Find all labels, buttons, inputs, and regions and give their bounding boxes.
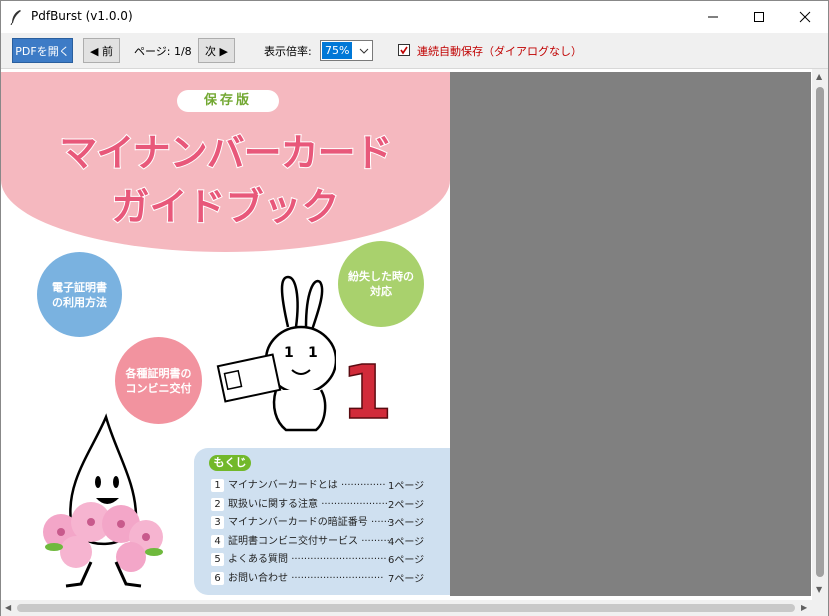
table-of-contents: もくじ 1 マイナンバーカードとは ·············· 1ページ 2 取扱… (194, 448, 450, 595)
bubble-cert-usage: 電子証明書 の利用方法 (37, 252, 122, 337)
pdf-viewer[interactable]: 保存版 マイナンバーカード ガイドブック 電子証明書 の利用方法 紛失した時の 対応… (1, 69, 828, 600)
bubble-lost: 紛失した時の 対応 (338, 241, 424, 327)
doc-title-line2: ガイドブック (110, 184, 340, 230)
svg-text:1: 1 (308, 345, 318, 361)
toc-title: よくある質問 (228, 554, 288, 565)
close-icon (799, 11, 811, 23)
toc-row: 2 取扱いに関する注意 ····················· (211, 495, 388, 511)
toc-row: 3 マイナンバーカードの暗証番号 ······ (211, 513, 390, 529)
toc-page: 4ページ (388, 537, 425, 548)
vertical-scrollbar[interactable]: ▲ ▼ (812, 69, 828, 600)
bubble-text: 各種証明書の (125, 366, 192, 380)
toc-title: 証明書コンビニ交付サービス (228, 536, 358, 547)
prev-page-button[interactable]: ◀ 前 (83, 38, 120, 63)
viewer-background (450, 72, 811, 596)
toc-dots: ····················· (321, 499, 388, 510)
autosave-checkbox[interactable] (398, 44, 410, 56)
toc-row: 6 お問い合わせ ····························· (211, 569, 383, 585)
minimize-icon (708, 16, 718, 18)
toc-num: 6 (211, 572, 224, 585)
app-window: PdfBurst (v1.0.0) PDFを開く ◀ 前 ページ: 1/8 次 … (0, 0, 829, 616)
zoom-value: 75% (322, 42, 353, 59)
bubble-text: 電子証明書 (52, 280, 107, 294)
toolbar: PDFを開く ◀ 前 ページ: 1/8 次 ▶ 表示倍率: 75% (1, 33, 828, 69)
toc-row: 1 マイナンバーカードとは ·············· (211, 476, 386, 492)
drop-mascot-icon (43, 413, 163, 588)
toc-page: 3ページ (388, 518, 425, 529)
doc-title-line1: マイナンバーカード (58, 130, 393, 176)
toc-num: 3 (211, 516, 224, 529)
bubble-text: 紛失した時の (348, 270, 414, 283)
checkmark-icon (400, 46, 408, 55)
feather-icon (10, 10, 21, 25)
horizontal-scroll-thumb[interactable] (17, 604, 795, 612)
bubble-convenience: 各種証明書の コンビニ交付 (115, 337, 202, 424)
toc-row: 5 よくある質問 ······························ (211, 550, 387, 566)
scroll-right-icon[interactable]: ▶ (801, 603, 807, 612)
toc-page: 1ページ (388, 481, 425, 492)
open-pdf-button[interactable]: PDFを開く (12, 38, 73, 63)
pdf-page: 保存版 マイナンバーカード ガイドブック 電子証明書 の利用方法 紛失した時の 対応… (1, 72, 450, 596)
toc-dots: ······························ (291, 554, 387, 565)
scroll-left-icon[interactable]: ◀ (5, 603, 11, 612)
title-bar: PdfBurst (v1.0.0) (1, 1, 828, 33)
banner-label: 保存版 (177, 90, 279, 112)
toc-row: 4 証明書コンビニ交付サービス ········· (211, 532, 390, 548)
window-title: PdfBurst (v1.0.0) (31, 9, 133, 23)
toc-title: 取扱いに関する注意 (228, 499, 318, 510)
toc-num: 5 (211, 553, 224, 566)
toc-dots: ····························· (291, 573, 384, 584)
next-page-button[interactable]: 次 ▶ (198, 38, 235, 63)
minimize-button[interactable] (690, 1, 736, 33)
autosave-label[interactable]: 連続自動保存（ダイアログなし） (417, 43, 582, 59)
scroll-up-icon[interactable]: ▲ (816, 72, 822, 81)
maximize-button[interactable] (736, 1, 782, 33)
chevron-down-icon[interactable] (355, 41, 372, 60)
toc-title: お問い合わせ (228, 573, 288, 584)
svg-text:1: 1 (284, 345, 294, 361)
toc-dots: ········· (361, 536, 390, 547)
zoom-label: 表示倍率: (264, 45, 312, 58)
bubble-text: コンビニ交付 (125, 381, 192, 395)
toc-page: 2ページ (388, 500, 425, 511)
toc-title: マイナンバーカードの暗証番号 (228, 517, 368, 528)
toc-num: 4 (211, 535, 224, 548)
toc-num: 1 (211, 479, 224, 492)
close-button[interactable] (782, 1, 828, 33)
page-indicator: ページ: 1/8 (134, 45, 192, 58)
mascot-number: 1 (340, 349, 393, 437)
maximize-icon (754, 12, 764, 22)
zoom-select[interactable]: 75% (320, 40, 373, 61)
vertical-scroll-thumb[interactable] (816, 87, 824, 577)
toc-page: 7ページ (388, 574, 425, 585)
horizontal-scrollbar[interactable]: ◀ ▶ (1, 600, 828, 616)
toc-dots: ·············· (341, 480, 386, 491)
bubble-text: の利用方法 (52, 295, 107, 309)
bubble-text: 対応 (370, 285, 392, 298)
toc-title: マイナンバーカードとは (228, 480, 338, 491)
toc-header: もくじ (209, 455, 251, 471)
scroll-down-icon[interactable]: ▼ (816, 585, 822, 594)
toc-page: 6ページ (388, 555, 425, 566)
toc-num: 2 (211, 498, 224, 511)
rabbit-mascot-icon: 1 1 (216, 275, 336, 432)
